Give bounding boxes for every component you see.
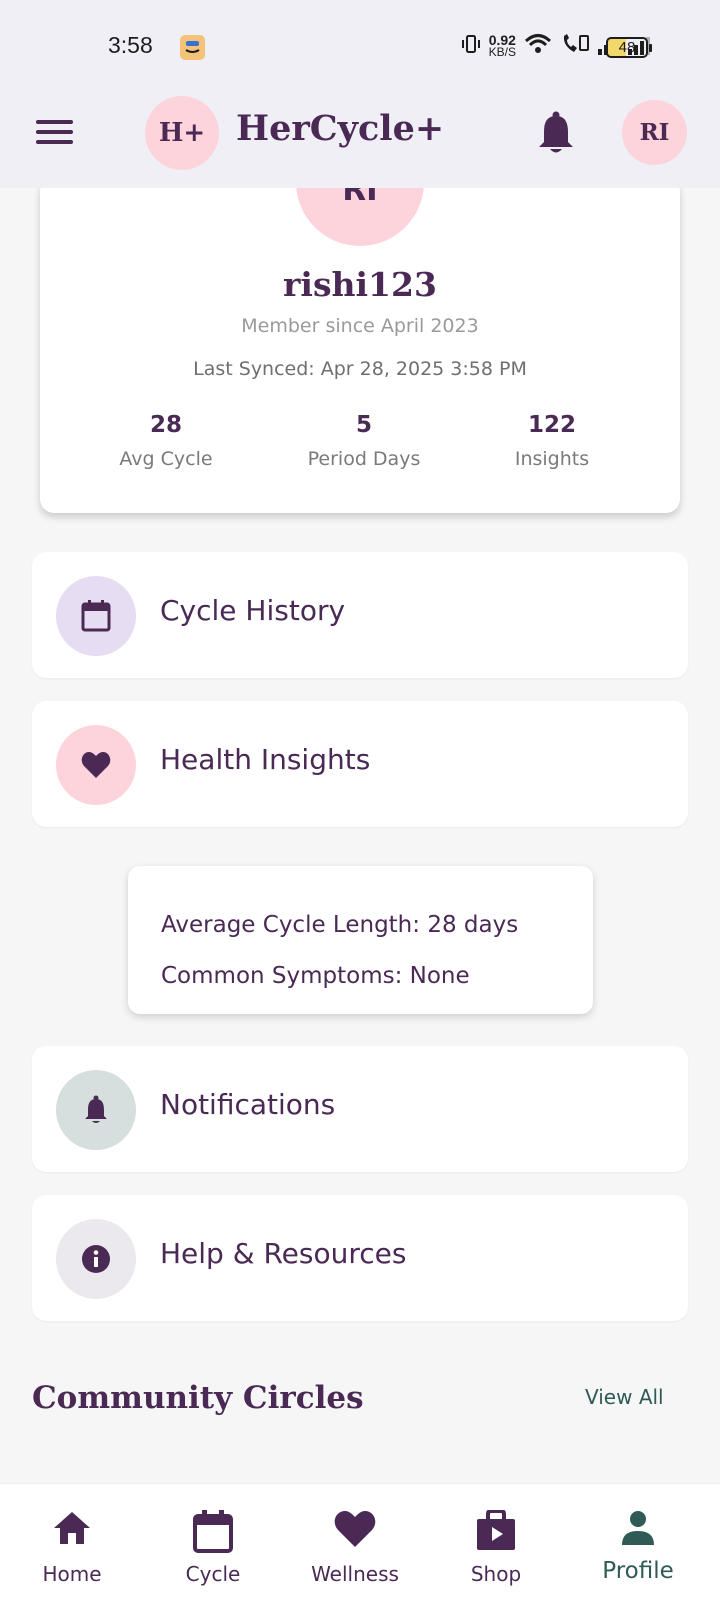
help-resources-label: Help & Resources (160, 1237, 407, 1270)
calendar-icon (56, 576, 136, 656)
health-insights-label: Health Insights (160, 743, 371, 776)
health-insights-item[interactable]: Health Insights (32, 701, 688, 827)
person-icon (620, 1510, 656, 1550)
amazon-notification-icon (180, 35, 205, 60)
notifications-label: Notifications (160, 1088, 336, 1121)
help-resources-item[interactable]: Help & Resources (32, 1195, 688, 1321)
network-speed: 0.92 KB/S (488, 32, 516, 59)
bottom-navigation: Home Cycle Wellness Shop Profile (0, 1483, 720, 1600)
status-bar: 3:58 0.92 KB/S 48 (0, 0, 720, 92)
shopping-bag-icon (475, 1509, 517, 1556)
nav-home[interactable]: Home (0, 1484, 144, 1600)
profile-content[interactable]: RI rishi123 Member since April 2023 Last… (0, 188, 720, 1483)
heart-icon (56, 725, 136, 805)
notifications-button[interactable] (536, 110, 576, 156)
username: rishi123 (283, 265, 437, 304)
calendar-icon (192, 1510, 234, 1558)
app-bar: H+ HerCycle+ RI (0, 92, 720, 188)
nav-profile[interactable]: Profile (566, 1484, 710, 1600)
common-symptoms: Common Symptoms: None (161, 963, 470, 989)
last-synced: Last Synced: Apr 28, 2025 3:58 PM (193, 358, 527, 380)
community-circles-title: Community Circles (32, 1380, 364, 1416)
nav-cycle[interactable]: Cycle (141, 1484, 285, 1600)
insights-popup: Average Cycle Length: 28 days Common Sym… (128, 866, 593, 1014)
bell-icon (539, 111, 573, 153)
nav-shop[interactable]: Shop (424, 1484, 568, 1600)
stat-avg-cycle: 28 Avg Cycle (119, 412, 213, 470)
info-icon (56, 1219, 136, 1299)
member-since: Member since April 2023 (241, 315, 479, 337)
bell-icon (56, 1070, 136, 1150)
view-all-link[interactable]: View All (585, 1385, 664, 1409)
heart-icon (334, 1510, 376, 1552)
stat-insights: 122 Insights (514, 412, 590, 470)
vibrate-icon (461, 33, 481, 59)
cycle-history-label: Cycle History (160, 594, 346, 627)
menu-button[interactable] (36, 114, 76, 154)
app-logo: H+ (145, 96, 219, 170)
profile-card: RI rishi123 Member since April 2023 Last… (40, 188, 680, 513)
cycle-history-item[interactable]: Cycle History (32, 552, 688, 678)
status-time: 3:58 (108, 32, 153, 58)
battery-indicator: 48 (606, 37, 652, 58)
nav-wellness[interactable]: Wellness (283, 1484, 427, 1600)
avg-cycle-length: Average Cycle Length: 28 days (161, 912, 519, 938)
user-avatar[interactable]: RI (622, 100, 687, 165)
stat-period-days: 5 Period Days (307, 412, 421, 470)
profile-avatar: RI (296, 188, 424, 246)
app-title: HerCycle+ (236, 108, 445, 149)
wifi-icon (524, 33, 552, 59)
notifications-item[interactable]: Notifications (32, 1046, 688, 1172)
home-icon (52, 1510, 92, 1550)
hamburger-icon (36, 120, 73, 124)
wifi-calling-icon (560, 32, 590, 60)
